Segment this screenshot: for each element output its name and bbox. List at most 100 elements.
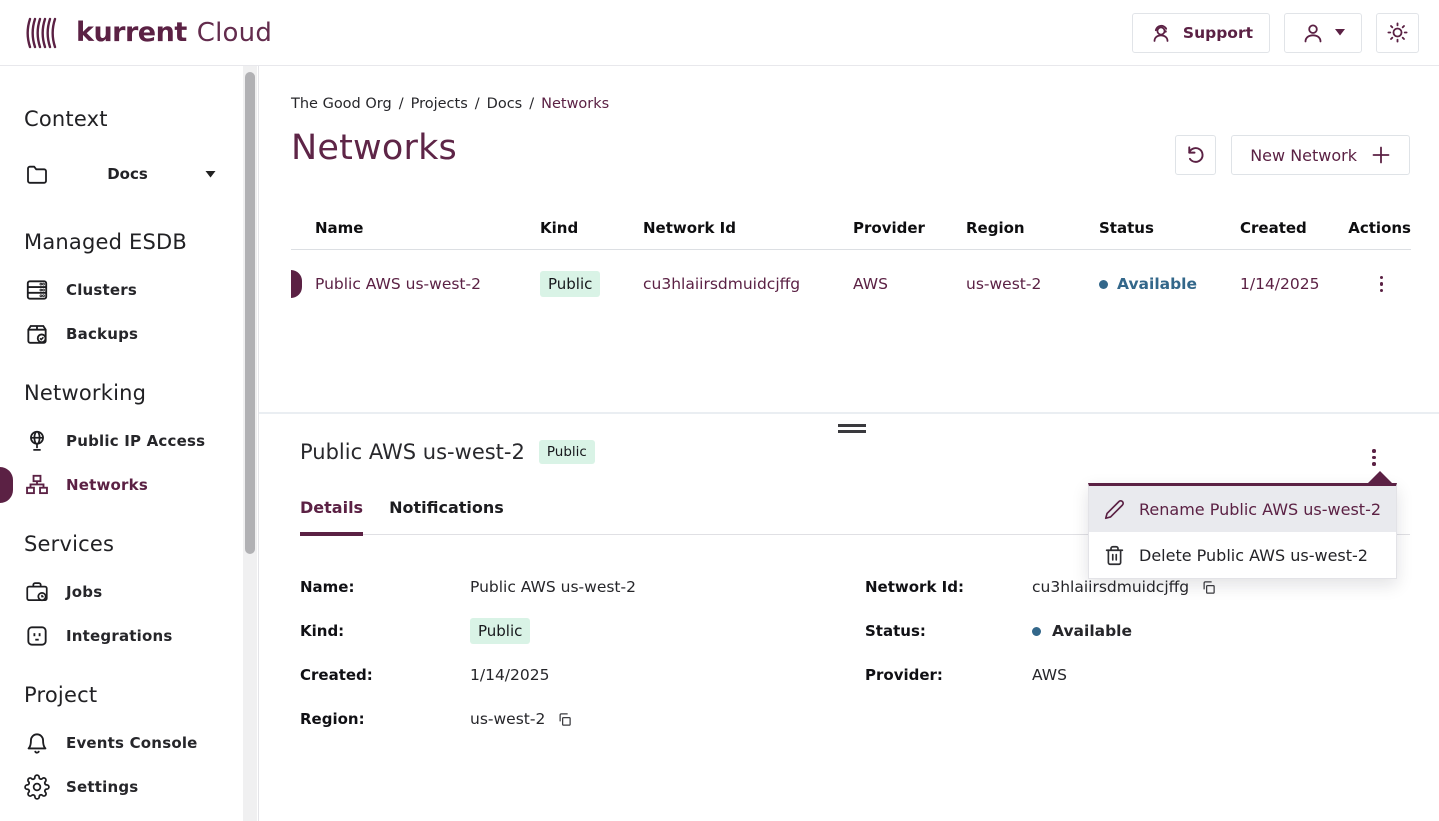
column-header-kind: Kind — [540, 219, 643, 237]
breadcrumb-separator: / — [529, 96, 534, 112]
column-header-region: Region — [966, 219, 1099, 237]
services-heading: Services — [24, 529, 114, 559]
kind-badge: Public — [470, 618, 530, 644]
header-actions: Support — [1132, 13, 1419, 53]
field-label-status: Status: — [865, 622, 1032, 640]
detail-panel-header: Public AWS us-west-2 Public — [300, 440, 595, 464]
status-dot — [1099, 280, 1108, 289]
panel-divider — [259, 412, 1439, 414]
breadcrumb-current: Networks — [541, 96, 609, 112]
copy-icon — [557, 712, 572, 727]
tab-notifications[interactable]: Notifications — [389, 498, 504, 536]
app-header: kurrent Cloud Support — [0, 0, 1439, 66]
field-label-region: Region: — [300, 710, 470, 728]
main-content: The Good Org / Projects / Docs / Network… — [259, 66, 1439, 821]
sidebar-item-label: Events Console — [66, 734, 198, 752]
field-value-region: us-west-2 — [470, 710, 865, 728]
table-header-row: Name Kind Network Id Provider Region Sta… — [291, 206, 1411, 250]
outlet-icon — [24, 623, 50, 649]
column-header-network-id: Network Id — [643, 219, 853, 237]
column-header-status: Status — [1099, 219, 1240, 237]
breadcrumb-project[interactable]: Docs — [487, 96, 523, 112]
detail-actions-button[interactable] — [1367, 444, 1381, 471]
status-label: Available — [1052, 622, 1132, 640]
table-row[interactable]: Public AWS us-west-2 Public cu3hlaiirsdm… — [291, 250, 1411, 318]
field-label-name: Name: — [300, 578, 470, 596]
kebab-icon — [1380, 276, 1384, 280]
sidebar-item-settings[interactable]: Settings — [24, 774, 138, 800]
breadcrumb: The Good Org / Projects / Docs / Network… — [291, 96, 609, 112]
sidebar-item-label: Integrations — [66, 627, 173, 645]
sitemap-icon — [24, 472, 50, 498]
tab-details[interactable]: Details — [300, 498, 363, 536]
panel-resize-handle[interactable] — [838, 424, 866, 436]
detail-kind-badge: Public — [539, 440, 595, 464]
field-value-status: Available — [1032, 622, 1412, 640]
copy-region-button[interactable] — [556, 711, 573, 728]
sidebar-item-label: Clusters — [66, 281, 137, 299]
support-button[interactable]: Support — [1132, 13, 1270, 53]
user-menu-button[interactable] — [1284, 13, 1362, 53]
kebab-icon — [1372, 449, 1376, 453]
sidebar-item-backups[interactable]: Backups — [24, 321, 138, 347]
cell-status: Available — [1099, 275, 1240, 293]
sidebar-item-events-console[interactable]: Events Console — [24, 730, 198, 756]
managed-esdb-heading: Managed ESDB — [24, 227, 187, 257]
field-label-provider: Provider: — [865, 666, 1032, 684]
detail-title: Public AWS us-west-2 — [300, 440, 525, 464]
sidebar-item-label: Settings — [66, 778, 138, 796]
logo-wordmark: kurrent — [76, 17, 187, 48]
active-item-indicator — [0, 467, 13, 503]
gear-icon — [24, 774, 50, 800]
cell-created: 1/14/2025 — [1240, 275, 1352, 293]
status-dot — [1032, 627, 1041, 636]
menu-item-rename[interactable]: Rename Public AWS us-west-2 — [1089, 486, 1396, 532]
region-text: us-west-2 — [470, 710, 545, 728]
briefcase-clock-icon — [24, 579, 50, 605]
breadcrumb-projects[interactable]: Projects — [411, 96, 468, 112]
sidebar-item-jobs[interactable]: Jobs — [24, 579, 102, 605]
context-selector-value: Docs — [50, 165, 205, 183]
theme-toggle-button[interactable] — [1376, 13, 1419, 53]
project-heading: Project — [24, 680, 97, 710]
copy-network-id-button[interactable] — [1200, 579, 1217, 596]
sun-icon — [1386, 21, 1409, 44]
cell-kind: Public — [540, 271, 643, 297]
column-header-created: Created — [1240, 219, 1352, 237]
refresh-icon — [1184, 144, 1207, 167]
column-header-provider: Provider — [853, 219, 966, 237]
field-value-provider: AWS — [1032, 666, 1412, 684]
breadcrumb-org[interactable]: The Good Org — [291, 96, 392, 112]
sidebar-scrollbar-thumb[interactable] — [245, 72, 255, 554]
plus-icon — [1371, 145, 1391, 165]
context-heading: Context — [24, 104, 108, 134]
sidebar-item-networks[interactable]: Networks — [24, 472, 148, 498]
breadcrumb-separator: / — [399, 96, 404, 112]
kind-badge: Public — [540, 271, 600, 297]
status-label: Available — [1117, 275, 1197, 293]
backups-icon — [24, 321, 50, 347]
headset-icon — [1149, 21, 1173, 45]
context-selector[interactable]: Docs — [24, 161, 216, 187]
sidebar-item-label: Jobs — [66, 583, 102, 601]
cell-network-id: cu3hlaiirsdmuidcjffg — [643, 275, 853, 293]
sidebar: Context Docs Managed ESDB Clusters — [0, 66, 259, 821]
globe-stand-icon — [24, 428, 50, 454]
sidebar-item-label: Networks — [66, 476, 148, 494]
clusters-icon — [24, 277, 50, 303]
chevron-down-icon — [1335, 29, 1345, 36]
sidebar-item-public-ip-access[interactable]: Public IP Access — [24, 428, 205, 454]
sidebar-item-integrations[interactable]: Integrations — [24, 623, 173, 649]
refresh-button[interactable] — [1175, 135, 1216, 175]
sidebar-item-clusters[interactable]: Clusters — [24, 277, 137, 303]
field-value-kind: Public — [470, 618, 865, 644]
cell-network-name[interactable]: Public AWS us-west-2 — [291, 275, 540, 293]
chevron-down-icon — [205, 171, 216, 178]
field-label-created: Created: — [300, 666, 470, 684]
field-label-kind: Kind: — [300, 622, 470, 640]
new-network-button[interactable]: New Network — [1231, 135, 1410, 175]
kurrent-waves-icon — [24, 13, 66, 53]
cell-actions — [1352, 271, 1411, 298]
menu-item-delete[interactable]: Delete Public AWS us-west-2 — [1089, 532, 1396, 578]
row-actions-button[interactable] — [1375, 271, 1389, 298]
